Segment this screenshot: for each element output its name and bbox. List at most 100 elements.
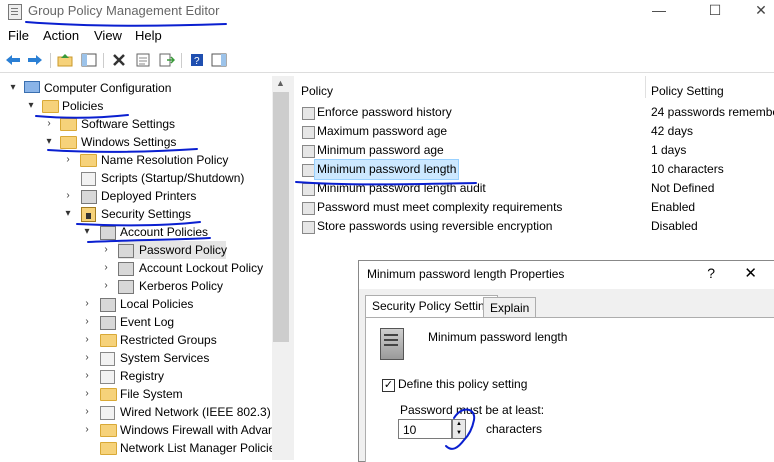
- minimum-length-input[interactable]: 10: [398, 419, 452, 439]
- tree-item-name-resolution-policy[interactable]: › Name Resolution Policy: [0, 151, 272, 169]
- tree-item-windows-firewall[interactable]: › Windows Firewall with Advar: [0, 421, 272, 439]
- define-policy-checkbox[interactable]: ✓: [382, 379, 395, 392]
- tree-label: Password Policy: [139, 243, 228, 257]
- tree-item-security-settings[interactable]: ▾ Security Settings: [0, 205, 272, 223]
- show-action-pane-icon[interactable]: [210, 52, 228, 68]
- row-policy: Minimum password length: [313, 159, 460, 180]
- close-button[interactable]: ✕: [738, 0, 774, 22]
- expand-icon[interactable]: ›: [63, 187, 73, 205]
- length-spinner[interactable]: ▲ ▼: [452, 419, 466, 439]
- tree-item-policies[interactable]: ▾ Policies: [0, 97, 272, 115]
- network-icon: [100, 406, 115, 420]
- tree-item-password-policy[interactable]: Password Policy: [118, 241, 228, 259]
- collapse-icon[interactable]: ▾: [82, 223, 92, 241]
- delete-icon[interactable]: [110, 52, 128, 68]
- tab-security-policy-setting[interactable]: Security Policy Setting: [365, 295, 499, 319]
- list-row[interactable]: Minimum password age 1 days: [294, 141, 774, 160]
- expand-icon[interactable]: ›: [82, 385, 92, 403]
- tree-item-account-lockout-policy[interactable]: › Account Lockout Policy: [0, 259, 272, 277]
- column-divider[interactable]: [645, 76, 646, 98]
- row-policy: Minimum password age: [317, 143, 444, 157]
- row-policy: Enforce password history: [317, 105, 452, 119]
- menu-help[interactable]: Help: [135, 28, 162, 43]
- expand-icon[interactable]: ›: [101, 277, 111, 295]
- expand-icon[interactable]: ›: [82, 367, 92, 385]
- tree-scrollbar[interactable]: ▲: [272, 76, 290, 460]
- svg-text:?: ?: [194, 56, 200, 67]
- tree-item-computer-configuration[interactable]: ▾ Computer Configuration: [0, 79, 272, 97]
- tree-label: Wired Network (IEEE 802.3) P: [120, 405, 283, 419]
- tree-label: Network List Manager Policie: [120, 441, 276, 455]
- tree-item-restricted-groups[interactable]: › Restricted Groups: [0, 331, 272, 349]
- collapse-icon[interactable]: ▾: [44, 133, 54, 151]
- help-icon[interactable]: ?: [188, 52, 206, 68]
- policy-setting-icon: [302, 183, 315, 196]
- tree-item-network-list-manager[interactable]: Network List Manager Policie: [0, 439, 276, 457]
- collapse-icon[interactable]: ▾: [63, 205, 73, 223]
- forward-arrow-icon[interactable]: [26, 52, 44, 68]
- folder-icon: [100, 334, 117, 347]
- minimize-button[interactable]: —: [636, 0, 682, 22]
- tree-item-system-services[interactable]: › System Services: [0, 349, 272, 367]
- menu-file[interactable]: File: [8, 28, 29, 43]
- list-row[interactable]: Store passwords using reversible encrypt…: [294, 217, 774, 236]
- dialog-close-button[interactable]: ✕: [744, 264, 757, 282]
- row-policy: Password must meet complexity requiremen…: [317, 200, 563, 214]
- scroll-thumb[interactable]: [273, 92, 289, 342]
- tree-label: Policies: [62, 99, 104, 113]
- tree-label: Computer Configuration: [44, 81, 172, 95]
- up-folder-icon[interactable]: [56, 52, 74, 68]
- tree-item-event-log[interactable]: › Event Log: [0, 313, 272, 331]
- tree-item-deployed-printers[interactable]: › Deployed Printers: [0, 187, 272, 205]
- security-lock-icon: [81, 207, 96, 222]
- tree-item-scripts[interactable]: Scripts (Startup/Shutdown): [0, 169, 272, 187]
- expand-icon[interactable]: ›: [82, 421, 92, 439]
- maximize-button[interactable]: ☐: [692, 0, 738, 22]
- policy-setting-icon: [302, 145, 315, 158]
- expand-icon[interactable]: ›: [82, 331, 92, 349]
- dialog-title-bar[interactable]: Minimum password length Properties ? ✕: [359, 261, 774, 289]
- column-header-policy[interactable]: Policy: [301, 84, 333, 98]
- row-setting: Disabled: [651, 219, 698, 233]
- expand-icon[interactable]: ›: [82, 349, 92, 367]
- column-header-policy-setting[interactable]: Policy Setting: [651, 84, 724, 98]
- tree-item-file-system[interactable]: › File System: [0, 385, 272, 403]
- spin-up-icon[interactable]: ▲: [453, 420, 465, 429]
- tree-item-wired-network[interactable]: › Wired Network (IEEE 802.3) P: [0, 403, 282, 421]
- properties-icon[interactable]: [134, 52, 152, 68]
- dialog-title: Minimum password length Properties: [367, 267, 565, 281]
- expand-icon[interactable]: ›: [63, 151, 73, 169]
- tree-item-software-settings[interactable]: › Software Settings: [0, 115, 272, 133]
- menu-view[interactable]: View: [94, 28, 122, 43]
- tree-label: Scripts (Startup/Shutdown): [101, 171, 245, 185]
- collapse-icon[interactable]: ▾: [8, 79, 18, 97]
- units-label: characters: [486, 422, 543, 436]
- list-row[interactable]: Minimum password length audit Not Define…: [294, 179, 774, 198]
- tree-item-registry[interactable]: › Registry: [0, 367, 272, 385]
- back-arrow-icon[interactable]: [4, 52, 22, 68]
- menu-action[interactable]: Action: [43, 28, 79, 43]
- console-tree-icon[interactable]: [80, 52, 98, 68]
- tree-item-account-policies[interactable]: ▾ Account Policies: [0, 223, 272, 241]
- tree-item-windows-settings[interactable]: ▾ Windows Settings: [0, 133, 272, 151]
- expand-icon[interactable]: ›: [101, 241, 111, 259]
- tree-item-local-policies[interactable]: › Local Policies: [0, 295, 272, 313]
- list-row[interactable]: Enforce password history 24 passwords re…: [294, 103, 774, 122]
- row-policy: Store passwords using reversible encrypt…: [317, 219, 553, 233]
- expand-icon[interactable]: ›: [82, 403, 92, 421]
- collapse-icon[interactable]: ▾: [26, 97, 36, 115]
- tree-item-kerberos-policy[interactable]: › Kerberos Policy: [0, 277, 272, 295]
- export-list-icon[interactable]: [158, 52, 176, 68]
- expand-icon[interactable]: ›: [82, 295, 92, 313]
- spin-down-icon[interactable]: ▼: [453, 429, 465, 438]
- expand-icon[interactable]: ›: [101, 259, 111, 277]
- dialog-help-button[interactable]: ?: [707, 265, 715, 281]
- list-row[interactable]: Maximum password age 42 days: [294, 122, 774, 141]
- policy-setting-icon: [302, 126, 315, 139]
- list-row[interactable]: Password must meet complexity requiremen…: [294, 198, 774, 217]
- list-row-selected[interactable]: Minimum password length 10 characters: [294, 159, 774, 180]
- expand-icon[interactable]: ›: [44, 115, 54, 133]
- scroll-up-icon[interactable]: ▲: [276, 78, 285, 88]
- tab-explain[interactable]: Explain: [483, 297, 537, 319]
- expand-icon[interactable]: ›: [82, 313, 92, 331]
